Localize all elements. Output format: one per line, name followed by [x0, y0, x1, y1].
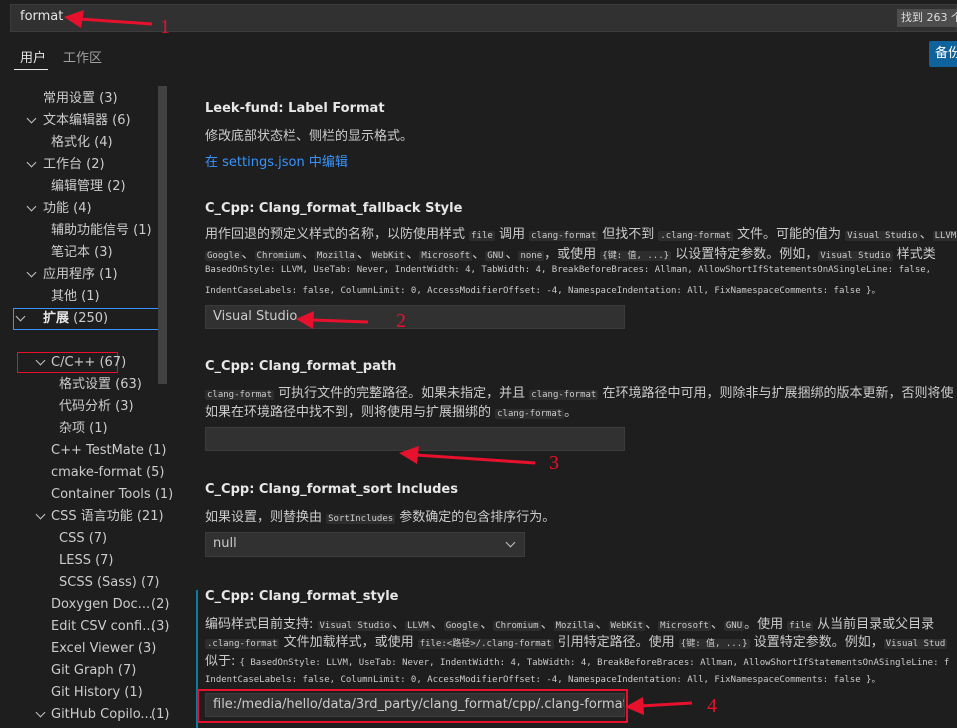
annotation-number-2: 2: [396, 310, 406, 332]
annotation-arrow-3: [415, 453, 536, 465]
annotation-arrow-1: [79, 17, 153, 26]
annotation-arrow-4-head: [625, 697, 644, 715]
annotation-arrows: [64, 10, 693, 715]
annotation-number-3: 3: [549, 452, 559, 474]
annotation-arrow-4: [639, 701, 693, 708]
annotation-number-1: 1: [160, 16, 170, 38]
annotation-arrow-1-head: [64, 10, 84, 28]
annotation-arrow-2-head: [296, 311, 314, 329]
annotation-arrow-3-head: [399, 446, 419, 464]
annotation-number-4: 4: [707, 695, 717, 717]
annotation-arrow-2: [311, 318, 369, 324]
